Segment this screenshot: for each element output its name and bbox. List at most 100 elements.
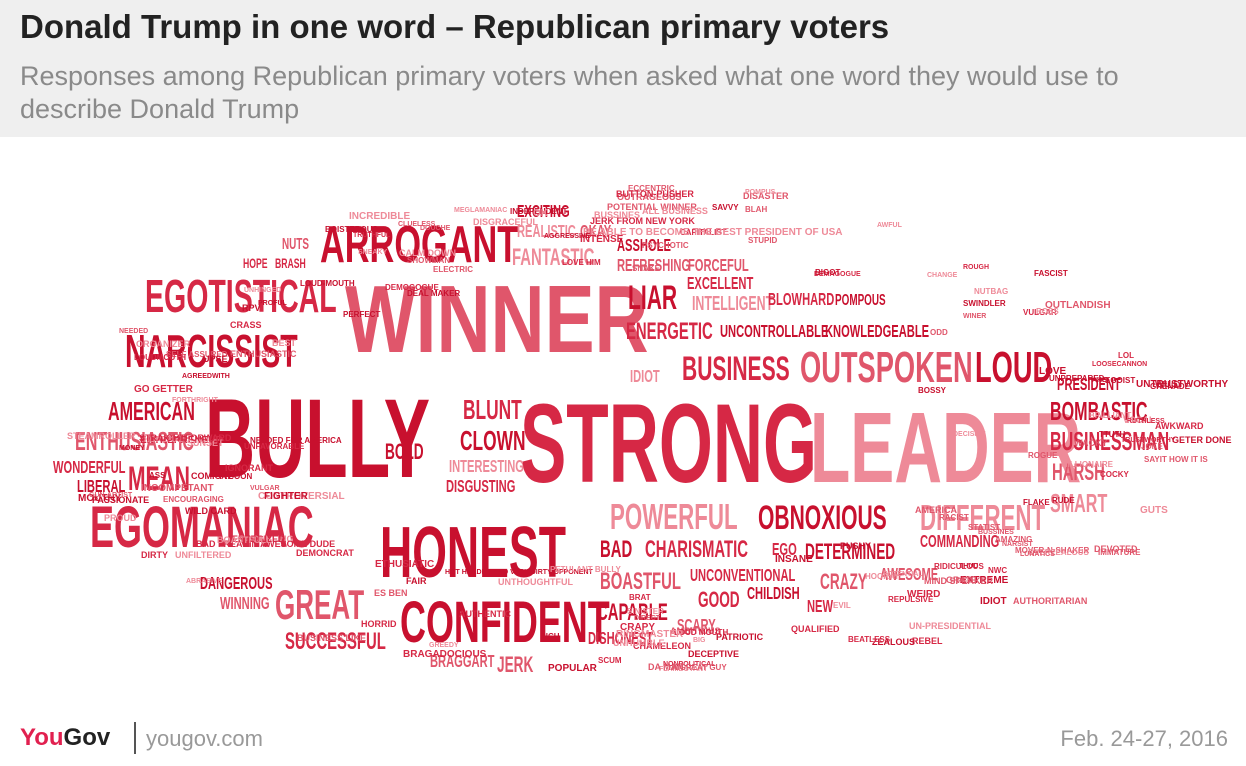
cloud-small-word: AUTHORITARIAN <box>1013 596 1087 606</box>
cloud-small-word: ELECTRIC <box>433 265 473 274</box>
cloud-word-outspoken: OUTSPOKEN <box>800 342 973 391</box>
cloud-small-word: NEEDED <box>119 328 148 335</box>
cloud-small-word: EVIL <box>833 601 851 610</box>
cloud-word-bold: BOLD <box>385 439 424 464</box>
cloud-small-word: MILLIONAIRE <box>1061 460 1114 469</box>
cloud-small-word: BRAT <box>629 593 651 602</box>
cloud-small-word: ROUGH <box>963 264 989 271</box>
cloud-small-word: STUPID <box>748 236 778 245</box>
cloud-small-word: DEMOGOGUE <box>385 283 439 292</box>
cloud-small-word: UN-PRESIDENTIAL <box>909 621 992 631</box>
cloud-small-word: PSYCHOTIC <box>642 241 689 250</box>
cloud-small-word: DOUCHE <box>420 225 451 232</box>
cloud-small-word: DIRECT <box>634 615 661 622</box>
cloud-small-word: LOUDMOUTH <box>134 353 186 362</box>
cloud-word-powerful: POWERFUL <box>610 498 738 538</box>
page-subtitle: Responses among Republican primary voter… <box>20 61 1119 124</box>
cloud-small-word: BEATLESS <box>848 635 891 644</box>
cloud-small-word: MONEY <box>119 445 145 452</box>
cloud-small-word: REPULSIVE <box>888 595 934 604</box>
cloud-small-word: BRAGADOCIOUS <box>403 649 487 660</box>
cloud-word-energetic: ENERGETIC <box>626 319 713 345</box>
cloud-small-word: LOL <box>1118 351 1134 360</box>
cloud-small-word: HOORAY <box>865 572 900 581</box>
cloud-word-wonderful: WONDERFUL <box>53 457 126 477</box>
cloud-small-word: FIGHTER <box>264 491 309 502</box>
cloud-small-word: AWKWARD <box>1155 421 1204 431</box>
cloud-small-word: TRUTHFUL <box>353 232 391 239</box>
cloud-word-charismatic: CHARISMATIC <box>645 537 748 563</box>
cloud-small-word: RACIST <box>939 513 969 522</box>
cloud-small-word: MIND SPEAKER <box>924 576 994 586</box>
header: Donald Trump in one word – Republican pr… <box>0 0 1246 137</box>
cloud-small-word: NUTBAG <box>974 287 1008 296</box>
footer: YouGov yougov.com Feb. 24-27, 2016 <box>0 718 1246 766</box>
cloud-small-word: EGOIST <box>1105 376 1135 385</box>
cloud-small-word: ODD <box>930 328 948 337</box>
cloud-small-word: WACKY <box>1074 438 1108 448</box>
cloud-small-word: SNAKE <box>632 264 661 273</box>
cloud-small-word: LOOSECANNON <box>1092 361 1147 368</box>
cloud-word-hope: HOPE <box>243 256 268 272</box>
cloud-small-word: RIDICULOUS <box>934 562 984 571</box>
cloud-small-word: GUTS <box>1140 505 1168 516</box>
cloud-small-word: MEGLAMANIAC <box>454 207 507 214</box>
cloud-small-word: TRUSTWORTHY <box>1121 437 1176 444</box>
cloud-small-word: HORRID <box>361 619 397 629</box>
cloud-small-word: ASS <box>149 471 166 480</box>
site-link[interactable]: yougov.com <box>146 726 263 752</box>
cloud-small-word: WILD CARD <box>185 506 237 516</box>
cloud-small-word: BOASTFULL <box>217 535 272 545</box>
cloud-small-word: BOSSY <box>918 386 947 395</box>
cloud-small-word: LOVE <box>1039 366 1067 377</box>
cloud-small-word: ALL BUSINESS <box>642 206 708 216</box>
cloud-word-idiot: IDIOT <box>630 366 660 386</box>
cloud-small-word: UNFILTERED <box>175 550 232 560</box>
cloud-small-word: LUNATICS <box>1020 551 1055 558</box>
cloud-word-blunt: BLUNT <box>463 394 522 425</box>
cloud-word-jerk: JERK <box>497 652 534 677</box>
cloud-small-word: LOVE HIM <box>562 258 601 267</box>
cloud-small-word: ABRASIVE <box>186 578 223 585</box>
cloud-word-leader: LEADER <box>810 391 1081 503</box>
cloud-small-word: INCOMPETANT <box>141 483 214 494</box>
cloud-small-word: DECEPTIVE <box>688 649 739 659</box>
cloud-small-word: DECISIVE <box>953 431 986 438</box>
yougov-logo[interactable]: YouGov <box>20 724 110 752</box>
cloud-word-intelligent: INTELLIGENT <box>692 292 773 315</box>
cloud-small-word: UNHINGED <box>244 287 281 294</box>
survey-date: Feb. 24-27, 2016 <box>1060 726 1228 751</box>
cloud-word-nuts: NUTS <box>282 235 309 253</box>
cloud-small-word: IDIOT <box>980 596 1007 607</box>
cloud-small-word: QUALIFIED <box>791 624 840 634</box>
cloud-small-word: FORTHRIGHT <box>172 397 219 404</box>
cloud-small-word: PROFUL <box>258 300 288 307</box>
cloud-small-word: RUDE <box>1052 496 1075 505</box>
cloud-word-good: GOOD <box>698 587 740 612</box>
cloud-small-word: BE ABLE TO BECOME THE BEST PRESIDENT OF … <box>583 227 842 238</box>
cloud-small-word: NWC <box>988 566 1007 575</box>
cloud-word-forceful: FORCEFUL <box>688 255 749 275</box>
cloud-small-word: PETULANT BULLY <box>550 565 621 574</box>
cloud-word-bad: BAD <box>600 537 632 563</box>
cloud-small-word: BIGOT <box>815 268 840 277</box>
cloud-small-word: ENTHUSIASTIC <box>230 349 297 359</box>
cloud-small-word: COMICAL <box>191 471 233 481</box>
cloud-small-word: BIG <box>693 637 706 644</box>
cloud-small-word: GREEDY <box>429 642 459 649</box>
cloud-small-word: POPULAR <box>548 663 598 674</box>
cloud-small-word: DA MAN <box>648 662 684 672</box>
cloud-small-word: AWFUL <box>877 222 903 229</box>
footer-divider <box>134 722 136 754</box>
cloud-small-word: ENCOURAGING <box>163 495 224 504</box>
cloud-word-childish: CHILDISH <box>747 583 800 603</box>
cloud-word-brash: BRASH <box>275 256 306 272</box>
cloud-small-word: CHANGE <box>927 272 958 279</box>
cloud-small-word: SCUM <box>598 656 622 665</box>
cloud-small-word: DEMONCRAT <box>296 548 354 558</box>
cloud-small-word: ETHUSIATIC <box>375 559 434 570</box>
cloud-small-word: STEAMROLLER <box>67 431 136 441</box>
cloud-small-word: PUSHY <box>840 541 871 551</box>
cloud-small-word: ORGANIZER <box>136 339 191 349</box>
cloud-small-word: SNEAKY <box>358 249 388 256</box>
